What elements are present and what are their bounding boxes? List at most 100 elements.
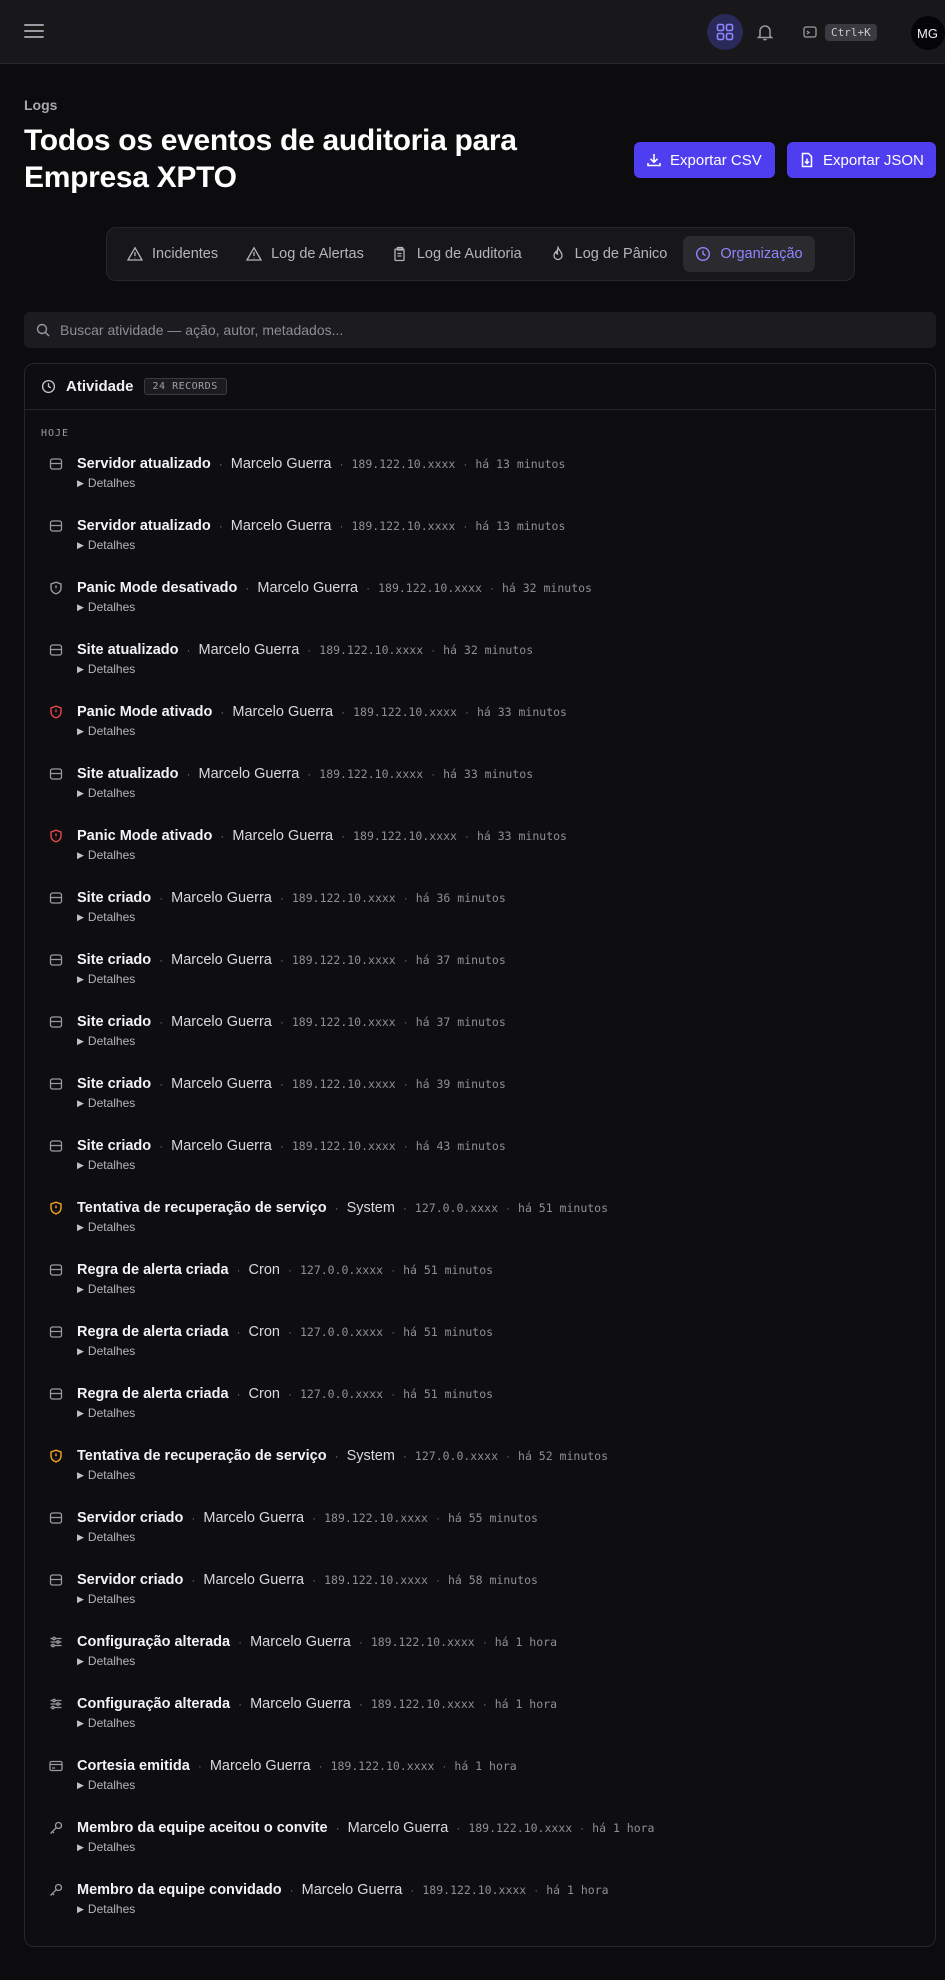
separator-dot: · [341, 829, 346, 843]
event-time: há 58 minutos [447, 1573, 538, 1587]
event-details-toggle[interactable]: ▶ Detalhes [77, 910, 135, 924]
separator-dot: · [191, 1573, 196, 1587]
separator-dot: · [287, 1263, 292, 1277]
download-icon [647, 154, 661, 167]
event-details-toggle[interactable]: ▶ Detalhes [77, 1716, 135, 1730]
event-actor: Marcelo Guerra [230, 518, 332, 534]
event-time: há 1 hora [454, 1759, 517, 1773]
separator-dot: · [366, 581, 371, 595]
separator-dot: · [341, 705, 346, 719]
server-icon [49, 891, 63, 905]
caret-right-icon: ▶ [77, 849, 84, 860]
event-details-toggle[interactable]: ▶ Detalhes [77, 1654, 135, 1668]
event-action: Servidor atualizado [77, 456, 211, 472]
event-time: há 43 minutos [415, 1139, 506, 1153]
event-time: há 51 minutos [403, 1387, 494, 1401]
event-details-toggle[interactable]: ▶ Detalhes [77, 724, 135, 738]
records-badge: 24 RECORDS [143, 378, 227, 395]
event-summary: Panic Mode desativado · Marcelo Guerra ·… [77, 578, 592, 598]
event-actor: Marcelo Guerra [198, 642, 300, 658]
bell-icon[interactable] [753, 20, 777, 44]
event-details-toggle[interactable]: ▶ Detalhes [77, 1406, 135, 1420]
search-input[interactable] [60, 322, 924, 338]
event-details-toggle[interactable]: ▶ Detalhes [77, 1034, 135, 1048]
event-time: há 37 minutos [415, 953, 506, 967]
event-action: Servidor criado [77, 1572, 184, 1588]
event-details-toggle[interactable]: ▶ Detalhes [77, 538, 135, 552]
event-row: Servidor criado · Marcelo Guerra · 189.1… [25, 1570, 935, 1632]
tab-incidentes[interactable]: Incidentes [115, 236, 230, 272]
event-time: há 39 minutos [415, 1077, 506, 1091]
activity-title: Atividade [66, 378, 134, 395]
event-details-toggle[interactable]: ▶ Detalhes [77, 1344, 135, 1358]
caret-right-icon: ▶ [77, 787, 84, 798]
event-details-toggle[interactable]: ▶ Detalhes [77, 1282, 135, 1296]
clipboard-icon [394, 246, 405, 262]
command-palette-button[interactable]: Ctrl+K [803, 22, 877, 42]
event-details-toggle[interactable]: ▶ Detalhes [77, 848, 135, 862]
event-actor: Marcelo Guerra [203, 1510, 305, 1526]
event-details-toggle[interactable]: ▶ Detalhes [77, 972, 135, 986]
apps-grid-icon[interactable] [707, 14, 743, 50]
tab-log-de-auditoria[interactable]: Log de Auditoria [380, 236, 534, 272]
event-details-toggle[interactable]: ▶ Detalhes [77, 1158, 135, 1172]
event-details-toggle[interactable]: ▶ Detalhes [77, 476, 135, 490]
tab-log-de-alertas[interactable]: Log de Alertas [234, 236, 376, 272]
event-details-toggle[interactable]: ▶ Detalhes [77, 1220, 135, 1234]
event-details-toggle[interactable]: ▶ Detalhes [77, 1530, 135, 1544]
event-details-toggle[interactable]: ▶ Detalhes [77, 1902, 135, 1916]
shield-icon [49, 581, 63, 595]
event-time: há 52 minutos [518, 1449, 609, 1463]
caret-right-icon: ▶ [77, 1841, 84, 1852]
event-action: Site atualizado [77, 766, 179, 782]
event-details-toggle[interactable]: ▶ Detalhes [77, 1096, 135, 1110]
event-summary: Cortesia emitida · Marcelo Guerra · 189.… [77, 1756, 517, 1776]
event-details-toggle[interactable]: ▶ Detalhes [77, 600, 135, 614]
event-row: Site criado · Marcelo Guerra · 189.122.1… [25, 1136, 935, 1198]
event-time: há 33 minutos [443, 767, 534, 781]
details-label: Detalhes [87, 1530, 136, 1544]
server-icon [49, 767, 63, 781]
event-details-toggle[interactable]: ▶ Detalhes [77, 1840, 135, 1854]
export-csv-button[interactable]: Exportar CSV [634, 142, 775, 178]
event-ip: 189.122.10.xxxx [351, 519, 456, 533]
separator-dot: · [464, 705, 469, 719]
event-row: Panic Mode desativado · Marcelo Guerra ·… [25, 578, 935, 640]
details-label: Detalhes [87, 1902, 136, 1916]
separator-dot: · [464, 829, 469, 843]
event-actor: Marcelo Guerra [257, 580, 359, 596]
separator-dot: · [159, 1077, 164, 1091]
event-details-toggle[interactable]: ▶ Detalhes [77, 1592, 135, 1606]
event-row: Site atualizado · Marcelo Guerra · 189.1… [25, 640, 935, 702]
separator-dot: · [159, 953, 164, 967]
event-details-toggle[interactable]: ▶ Detalhes [77, 1468, 135, 1482]
event-details-toggle[interactable]: ▶ Detalhes [77, 662, 135, 676]
event-time: há 1 hora [494, 1635, 557, 1649]
avatar[interactable]: MG [911, 16, 945, 50]
hamburger-menu-icon[interactable] [22, 20, 46, 44]
event-actor: System [346, 1448, 395, 1464]
event-details-toggle[interactable]: ▶ Detalhes [77, 786, 135, 800]
tab-log-de-panico[interactable]: Log de Pânico [538, 236, 680, 272]
event-actor: Cron [248, 1262, 280, 1278]
event-action: Cortesia emitida [77, 1758, 190, 1774]
tab-label: Log de Pânico [574, 246, 668, 262]
tab-organizacao[interactable]: Organização [683, 236, 815, 272]
caret-right-icon: ▶ [77, 1469, 84, 1480]
caret-right-icon: ▶ [77, 1903, 84, 1914]
caret-right-icon: ▶ [77, 477, 84, 488]
event-row: Site criado · Marcelo Guerra · 189.122.1… [25, 888, 935, 950]
clock-icon [696, 246, 711, 262]
event-ip: 189.122.10.xxxx [324, 1511, 428, 1525]
separator-dot: · [456, 1821, 461, 1835]
card-icon [49, 1759, 63, 1773]
details-label: Detalhes [87, 1220, 136, 1234]
search-icon [36, 323, 50, 337]
event-list: Servidor atualizado · Marcelo Guerra · 1… [25, 454, 935, 1942]
caret-right-icon: ▶ [77, 1345, 84, 1356]
event-action: Panic Mode ativado [77, 828, 213, 844]
event-details-toggle[interactable]: ▶ Detalhes [77, 1778, 135, 1792]
separator-dot: · [307, 767, 312, 781]
export-json-button[interactable]: Exportar JSON [787, 142, 936, 178]
tab-label: Organização [720, 246, 803, 262]
